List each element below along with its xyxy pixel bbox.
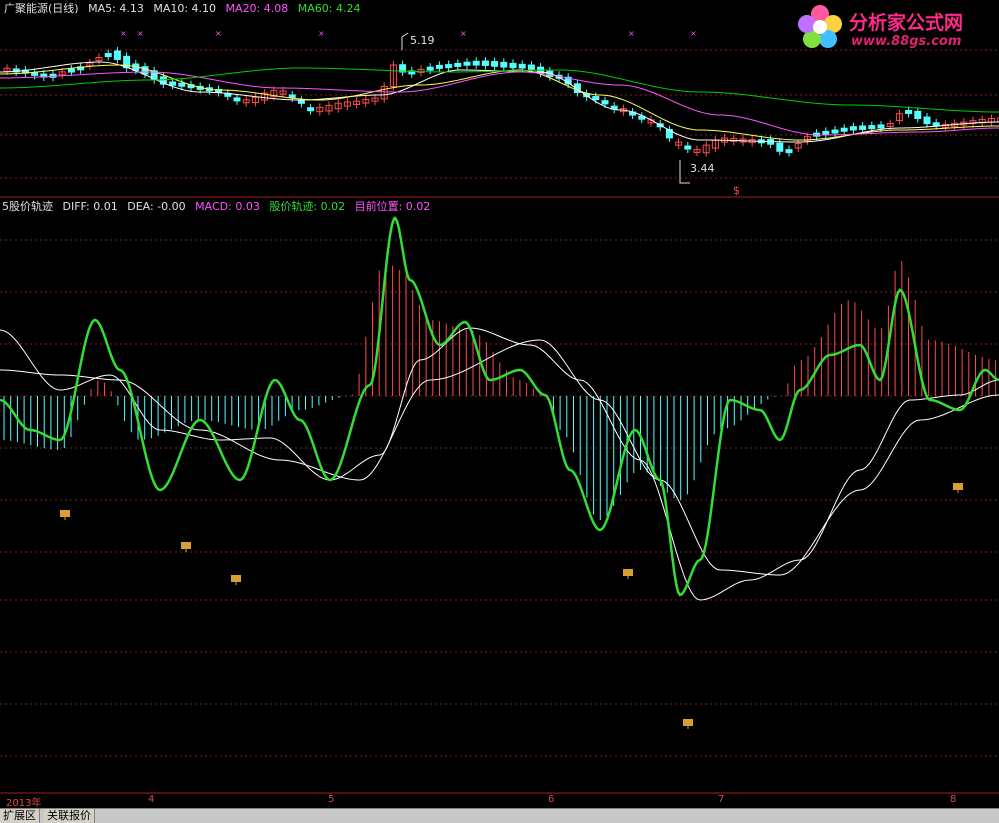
candle-body — [831, 129, 839, 134]
candle-body — [601, 100, 609, 105]
candle-body — [67, 68, 75, 73]
candle-body — [859, 125, 867, 130]
candle-body — [141, 66, 149, 75]
high-leader — [401, 32, 409, 50]
main-pane-info: 广聚能源(日线) MA5: 4.13 MA10: 4.10 MA20: 4.08… — [4, 2, 366, 15]
candle-body — [509, 62, 517, 69]
candle-body — [297, 99, 305, 104]
candle-body — [113, 50, 121, 60]
candle-body — [472, 60, 480, 66]
candle-body — [932, 122, 940, 127]
candle-body — [233, 97, 241, 102]
candle-body — [592, 96, 600, 101]
buy-signal-icon — [683, 719, 693, 726]
candle-body — [785, 149, 793, 154]
top-marker: × — [215, 29, 222, 38]
candle-body — [500, 61, 508, 68]
bottom-tab-bar: 扩展区 关联报价 — [0, 808, 999, 823]
date-label-2013: 2013年 — [6, 798, 42, 809]
candle-body — [481, 60, 489, 66]
candle-body — [849, 126, 857, 131]
candle-body — [426, 66, 434, 71]
ma5-readout: MA5: 4.13 — [88, 2, 144, 15]
stock-title: 广聚能源(日线) — [4, 2, 79, 15]
top-marker: × — [690, 29, 697, 38]
candle-body — [914, 110, 922, 119]
buy-signal-icon — [60, 510, 70, 517]
sub-pane-info: 5股价轨迹 DIFF: 0.01 DEA: -0.00 MACD: 0.03 股… — [2, 200, 436, 213]
position-readout: 目前位置: 0.02 — [354, 200, 431, 213]
signal-mark: $ — [733, 184, 740, 197]
high-price-annotation: 5.19 — [410, 34, 435, 47]
candle-body — [491, 61, 499, 67]
top-marker: × — [460, 29, 467, 38]
price-track-line — [0, 216, 999, 597]
candle-body — [445, 64, 453, 69]
chart-canvas[interactable]: × × × × × × × — [0, 0, 999, 794]
date-label-may: 5 — [328, 794, 335, 805]
candle-body — [840, 127, 848, 132]
logo-title: 分析家公式网 — [849, 12, 964, 34]
buy-signal-icon — [623, 569, 633, 576]
date-label-jun: 6 — [548, 794, 555, 805]
candle-body — [776, 142, 784, 152]
indicator-title: 5股价轨迹 — [2, 200, 53, 213]
date-axis: 2013年 4 5 6 7 8 — [0, 794, 999, 809]
top-marker: × — [318, 29, 325, 38]
candle-body — [307, 107, 315, 112]
diff-readout: DIFF: 0.01 — [62, 200, 118, 213]
dea-readout: DEA: -0.00 — [127, 200, 186, 213]
logo-url: www.88gs.com — [851, 34, 962, 49]
tab-related-quotes[interactable]: 关联报价 — [44, 809, 95, 823]
ma10-line — [0, 64, 999, 141]
candle-body — [868, 125, 876, 130]
ma60-line — [0, 67, 999, 113]
date-label-apr: 4 — [148, 794, 155, 805]
ma20-line — [0, 71, 999, 136]
candle-body — [104, 53, 112, 58]
low-leader — [679, 160, 690, 184]
site-logo: 分析家公式网 www.88gs.com — [795, 2, 995, 54]
candle-body — [877, 124, 885, 129]
candle-body — [822, 130, 830, 135]
candle-body — [435, 64, 443, 69]
candle-body — [905, 109, 913, 114]
candle-body — [454, 62, 462, 67]
buy-signal-icon — [231, 575, 241, 582]
tab-extension-area[interactable]: 扩展区 — [0, 809, 40, 823]
candle-body — [923, 116, 931, 125]
flower-logo-icon — [798, 5, 842, 48]
top-marker: × — [628, 29, 635, 38]
ma10-readout: MA10: 4.10 — [153, 2, 217, 15]
candle-body — [463, 61, 471, 66]
track-readout: 股价轨迹: 0.02 — [269, 200, 346, 213]
macd-readout: MACD: 0.03 — [195, 200, 260, 213]
date-label-aug: 8 — [950, 794, 957, 805]
candle-body — [684, 145, 692, 150]
top-marker: × — [120, 29, 127, 38]
low-price-annotation: 3.44 — [690, 162, 715, 175]
candle-body — [518, 63, 526, 69]
ma20-readout: MA20: 4.08 — [225, 2, 289, 15]
top-marker: × — [137, 29, 144, 38]
date-label-jul: 7 — [718, 794, 725, 805]
candle-body — [178, 82, 186, 87]
candle-body — [527, 64, 535, 70]
buy-signal-icon — [953, 483, 963, 490]
ma60-readout: MA60: 4.24 — [297, 2, 361, 15]
candle-body — [169, 81, 177, 86]
buy-signal-icon — [181, 542, 191, 549]
